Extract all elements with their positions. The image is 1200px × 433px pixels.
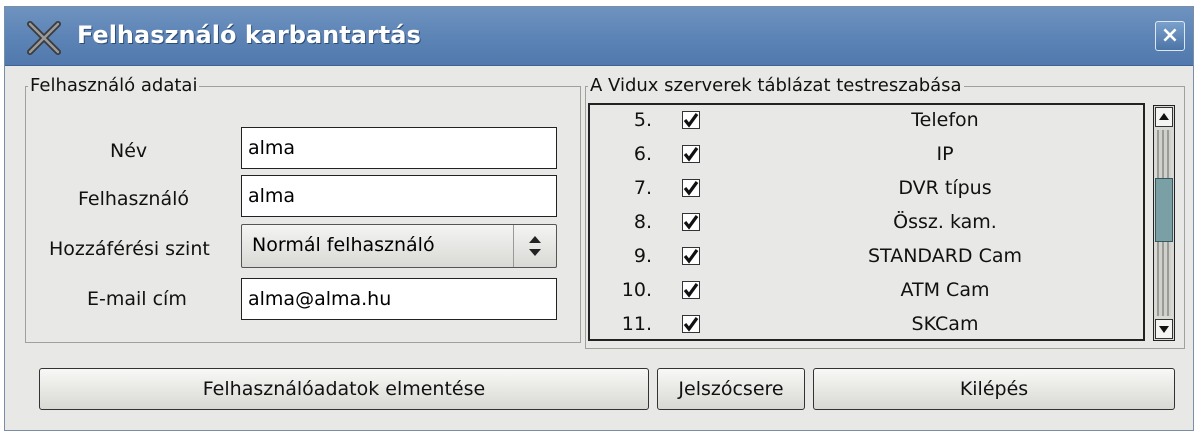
user-field[interactable]: alma <box>241 175 557 217</box>
check-icon <box>683 249 699 264</box>
user-data-legend: Felhasználó adatai <box>28 75 200 97</box>
email-label: E-mail cím <box>87 288 187 310</box>
checkbox[interactable] <box>682 315 700 333</box>
access-level-value: Normál felhasználó <box>252 234 435 256</box>
access-level-label: Hozzáférési szint <box>49 238 210 260</box>
scroll-thumb[interactable] <box>1155 178 1173 242</box>
checkbox[interactable] <box>682 281 700 299</box>
name-field[interactable]: alma <box>241 127 557 169</box>
check-icon <box>683 147 699 162</box>
access-level-select[interactable]: Normál felhasználó <box>241 224 557 268</box>
close-icon: × <box>1160 23 1180 48</box>
list-item[interactable]: 10. ATM Cam <box>590 273 1143 307</box>
list-item[interactable]: 7. DVR típus <box>590 171 1143 205</box>
name-label: Név <box>110 140 148 162</box>
list-item[interactable]: 9. STANDARD Cam <box>590 239 1143 273</box>
user-label: Felhasználó <box>78 188 190 210</box>
checkbox[interactable] <box>682 247 700 265</box>
change-password-button[interactable]: Jelszócsere <box>657 368 805 410</box>
check-icon <box>683 113 699 128</box>
checkbox[interactable] <box>682 213 700 231</box>
checkbox[interactable] <box>682 111 700 129</box>
vertical-scrollbar[interactable] <box>1153 105 1175 341</box>
title-bar[interactable]: Felhasználó karbantartás × <box>5 7 1193 66</box>
scroll-up-arrow-icon[interactable] <box>1155 107 1173 127</box>
scroll-down-arrow-icon[interactable] <box>1155 319 1173 339</box>
check-icon <box>683 283 699 298</box>
updown-arrow-icon <box>513 225 556 267</box>
save-user-data-button[interactable]: Felhasználóadatok elmentése <box>39 368 649 410</box>
x-window-icon <box>27 21 61 55</box>
columns-list[interactable]: 5. Telefon 6. IP 7. DVR típus 8. Össz. k… <box>588 103 1145 341</box>
check-icon <box>683 317 699 332</box>
list-item[interactable]: 5. Telefon <box>590 105 1143 137</box>
list-item[interactable]: 6. IP <box>590 137 1143 171</box>
list-item[interactable]: 11. SKCam <box>590 307 1143 339</box>
check-icon <box>683 215 699 230</box>
check-icon <box>683 181 699 196</box>
list-item[interactable]: 8. Össz. kam. <box>590 205 1143 239</box>
email-field[interactable]: alma@alma.hu <box>241 278 557 320</box>
checkbox[interactable] <box>682 145 700 163</box>
user-maintenance-window: Felhasználó karbantartás × Felhasználó a… <box>4 6 1194 431</box>
checkbox[interactable] <box>682 179 700 197</box>
exit-button[interactable]: Kilépés <box>813 368 1175 410</box>
columns-legend: A Vidux szerverek táblázat testreszabása <box>588 75 964 97</box>
close-button[interactable]: × <box>1155 21 1185 51</box>
window-title: Felhasználó karbantartás <box>77 21 421 49</box>
